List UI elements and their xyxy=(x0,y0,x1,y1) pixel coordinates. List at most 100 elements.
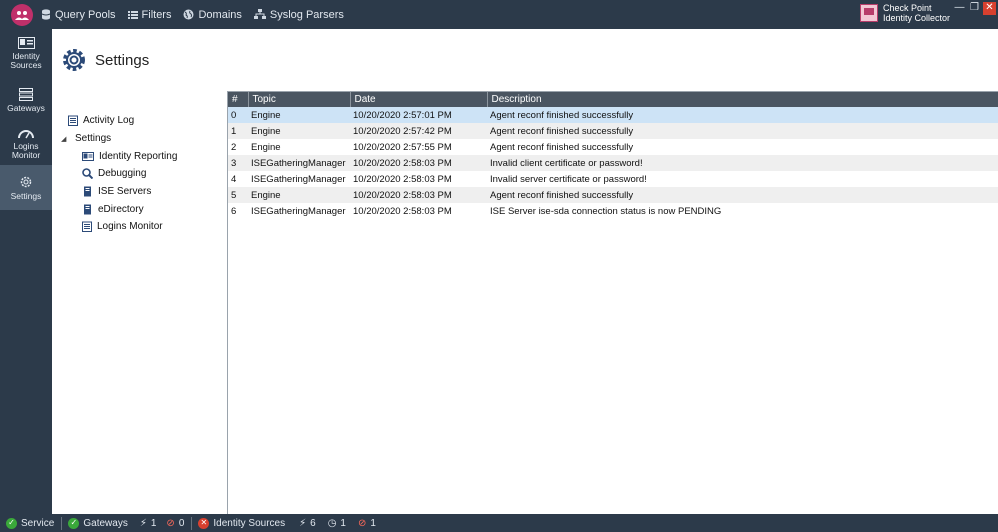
brand-line2: Identity Collector xyxy=(883,13,951,23)
tree-item-debugging-label: Debugging xyxy=(98,168,147,180)
page-title: Settings xyxy=(95,51,150,69)
column-header-index[interactable]: # xyxy=(228,92,249,107)
cell-index: 2 xyxy=(231,141,237,153)
cell-index: 1 xyxy=(228,123,248,139)
cell-date: 10/20/2020 2:58:03 PM xyxy=(353,205,452,217)
check-circle-icon: ✓ xyxy=(68,517,80,529)
table-row[interactable]: 2 Engine 10/20/2020 2:57:55 PM Agent rec… xyxy=(228,139,998,155)
expand-arrow-icon[interactable]: ◢ xyxy=(61,135,67,143)
tree-item-logins-monitor[interactable]: Logins Monitor xyxy=(52,218,227,236)
id-card-icon xyxy=(17,37,35,49)
menu-domains[interactable]: Domains xyxy=(183,9,242,21)
blocked-icon: ⊘ xyxy=(166,517,175,529)
restore-icon[interactable]: ❐ xyxy=(968,2,981,15)
column-header-topic[interactable]: Topic xyxy=(248,92,351,107)
table-row[interactable]: 5 Engine 10/20/2020 2:58:03 PM Agent rec… xyxy=(228,187,998,203)
cell-topic: Engine xyxy=(248,187,350,203)
page-header: Settings xyxy=(52,29,998,91)
gear-icon xyxy=(20,176,32,187)
table-row[interactable]: 1 Engine 10/20/2020 2:57:42 PM Agent rec… xyxy=(228,123,998,139)
status-service[interactable]: ✓ Service xyxy=(6,517,55,529)
cell-description: Invalid client certificate or password! xyxy=(487,155,998,171)
status-service-label: Service xyxy=(21,517,55,529)
tree-item-ise-servers[interactable]: ISE Servers xyxy=(52,183,227,201)
status-is-pending[interactable]: ◷ 1 xyxy=(328,518,346,529)
cell-index: 3 xyxy=(228,155,248,171)
status-is-blocked[interactable]: ⊘ 1 xyxy=(358,518,376,529)
gauge-icon xyxy=(18,129,34,138)
users-icon[interactable] xyxy=(11,3,33,26)
log-icon xyxy=(82,221,92,233)
cell-date: 10/20/2020 2:58:03 PM xyxy=(350,187,487,203)
left-nav: Identity Sources Gateways Logins Monitor… xyxy=(0,29,52,514)
cell-topic: ISEGatheringManager xyxy=(248,155,350,171)
server-icon xyxy=(84,186,91,197)
nav-settings-label: Settings xyxy=(10,190,42,201)
activity-log-table: # Topic Date Description 0 Engine 10/20/… xyxy=(228,91,998,514)
clock-icon: ◷ xyxy=(327,517,337,529)
gear-icon xyxy=(63,49,85,71)
cell-date: 10/20/2020 2:58:03 PM xyxy=(353,173,452,185)
status-gw-connected[interactable]: ⚡︎ 1 xyxy=(140,518,157,529)
cell-topic: Engine xyxy=(251,141,281,153)
tree-item-activity-log[interactable]: Activity Log xyxy=(52,112,227,130)
brand-line1: Check Point xyxy=(883,3,932,13)
lightning-icon: ⚡︎ xyxy=(299,517,307,529)
network-icon xyxy=(253,9,266,19)
magnifier-icon xyxy=(82,168,93,180)
status-gateways-label: Gateways xyxy=(83,517,128,529)
cell-index: 4 xyxy=(231,173,237,185)
cell-index: 0 xyxy=(228,107,248,123)
cell-topic: Engine xyxy=(248,107,350,123)
status-gw-blocked[interactable]: ⊘ 0 xyxy=(166,518,184,529)
error-circle-icon: ✕ xyxy=(198,517,210,529)
cell-description: Agent reconf finished successfully xyxy=(487,107,998,123)
nav-logins-monitor[interactable]: Logins Monitor xyxy=(0,123,52,165)
status-is-connected[interactable]: ⚡︎ 6 xyxy=(299,518,316,529)
nav-gateways-label: Gateways xyxy=(7,103,45,113)
log-icon xyxy=(68,115,78,127)
menu-filters-label: Filters xyxy=(141,8,172,21)
menu-query-pools-label: Query Pools xyxy=(55,8,116,21)
tree-item-settings[interactable]: ◢ Settings xyxy=(52,130,227,148)
cell-description: Agent reconf finished successfully xyxy=(487,123,998,139)
column-header-date[interactable]: Date xyxy=(350,92,488,107)
id-card-icon xyxy=(82,151,94,161)
status-gw-connected-count: 1 xyxy=(150,517,157,529)
nav-identity-sources-label: Identity Sources xyxy=(10,51,42,70)
column-header-description[interactable]: Description xyxy=(487,92,998,107)
window-controls: — ❐ ✕ xyxy=(951,0,998,15)
close-icon[interactable]: ✕ xyxy=(983,2,996,15)
cell-description: ISE Server ise-sda connection status is … xyxy=(490,205,722,217)
status-identity-sources[interactable]: ✕ Identity Sources xyxy=(198,517,285,529)
status-is-pending-count: 1 xyxy=(340,517,346,529)
cell-description: Agent reconf finished successfully xyxy=(490,141,634,153)
tree-item-ise-servers-label: ISE Servers xyxy=(98,186,152,198)
list-icon xyxy=(127,10,138,19)
nav-gateways[interactable]: Gateways xyxy=(0,78,52,123)
menu-query-pools[interactable]: Query Pools xyxy=(41,9,116,21)
table-row[interactable]: 4 ISEGatheringManager 10/20/2020 2:58:03… xyxy=(228,171,998,187)
nav-identity-sources[interactable]: Identity Sources xyxy=(0,29,52,78)
menu-syslog-parsers[interactable]: Syslog Parsers xyxy=(253,9,344,21)
cell-description: Invalid server certificate or password! xyxy=(490,173,647,185)
cell-date: 10/20/2020 2:57:01 PM xyxy=(350,107,487,123)
tree-item-edirectory[interactable]: eDirectory xyxy=(52,200,227,218)
tree-item-debugging[interactable]: Debugging xyxy=(52,165,227,183)
menu-filters[interactable]: Filters xyxy=(127,8,172,21)
tree-item-logins-monitor-label: Logins Monitor xyxy=(97,221,163,233)
tree-item-identity-reporting[interactable]: Identity Reporting xyxy=(52,147,227,165)
table-row[interactable]: 3 ISEGatheringManager 10/20/2020 2:58:03… xyxy=(228,155,998,171)
database-icon xyxy=(41,9,51,20)
status-is-blocked-count: 1 xyxy=(370,517,376,529)
nav-settings[interactable]: Settings xyxy=(0,165,52,210)
status-is-connected-count: 6 xyxy=(310,517,316,529)
cell-topic: Engine xyxy=(248,123,350,139)
server-icon xyxy=(19,88,33,101)
table-row[interactable]: 6 ISEGatheringManager 10/20/2020 2:58:03… xyxy=(228,203,998,219)
cell-index: 6 xyxy=(231,205,237,217)
status-gateways[interactable]: ✓ Gateways xyxy=(68,517,128,529)
blocked-icon: ⊘ xyxy=(357,517,367,529)
table-row[interactable]: 0 Engine 10/20/2020 2:57:01 PM Agent rec… xyxy=(228,107,998,123)
minimize-icon[interactable]: — xyxy=(953,2,966,15)
